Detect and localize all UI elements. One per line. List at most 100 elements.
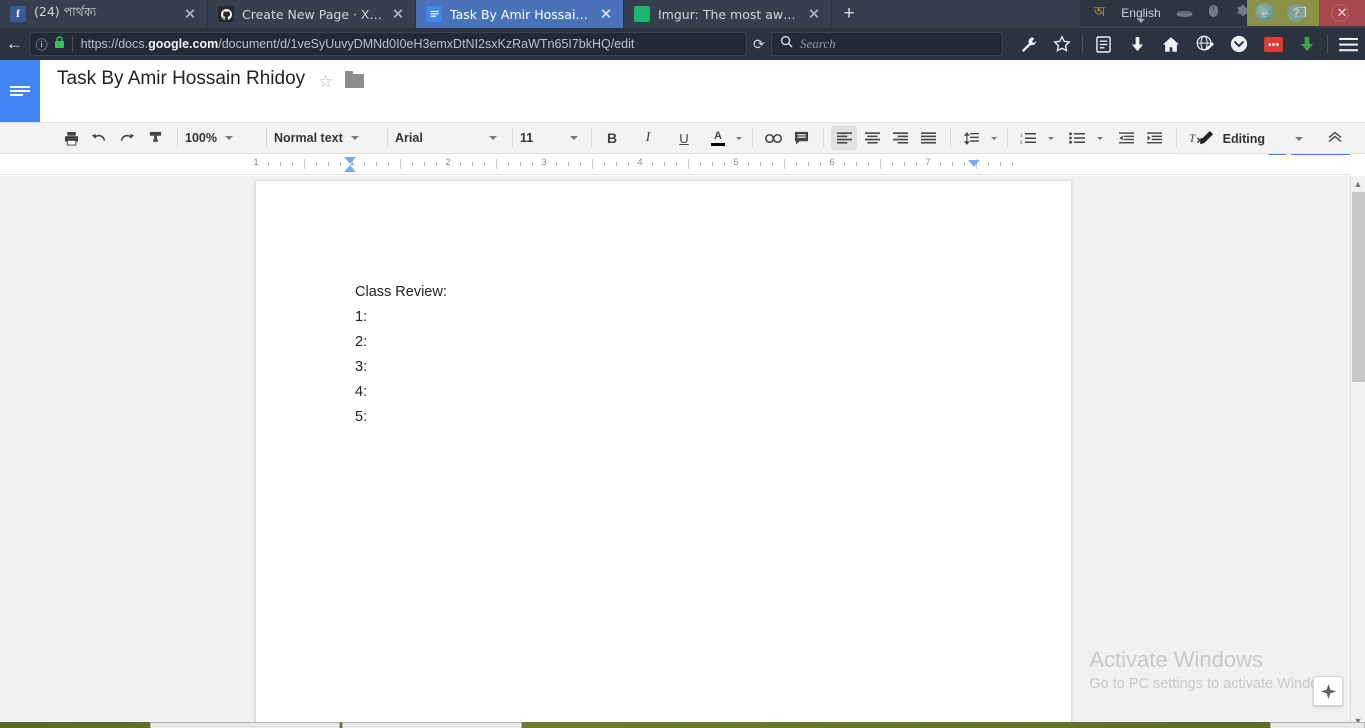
taskbar-item-3[interactable]: [1270, 722, 1365, 728]
tab-close-icon[interactable]: ✕: [595, 5, 617, 23]
indent-decrease-icon[interactable]: [1113, 126, 1139, 150]
document-canvas[interactable]: Class Review: 1: 2: 3: 4: 5:: [0, 176, 1350, 728]
browser-tab-1[interactable]: f (24) পার্থক্য ✕: [0, 0, 208, 28]
globe-edit-icon[interactable]: [1188, 28, 1222, 60]
bold-button[interactable]: B: [599, 126, 625, 150]
chevron-down-icon[interactable]: [991, 136, 997, 140]
ruler-tick: [868, 162, 869, 166]
download-icon[interactable]: [1120, 28, 1154, 60]
doc-line-3: 3:: [355, 359, 368, 375]
browser-tab-2[interactable]: Create New Page · XpertSt... ✕: [208, 0, 416, 28]
mouse-icon[interactable]: [1208, 4, 1219, 23]
align-center-icon[interactable]: [859, 126, 885, 150]
ruler-number: 5: [733, 157, 739, 168]
reload-button[interactable]: ⟳: [747, 36, 771, 53]
chevron-down-icon[interactable]: [736, 136, 742, 140]
explore-icon[interactable]: [1313, 676, 1343, 706]
ime-language-label[interactable]: English: [1121, 6, 1161, 23]
tab-close-icon[interactable]: ✕: [179, 5, 201, 23]
adblock-icon[interactable]: [1256, 28, 1290, 60]
editing-mode-label: Editing: [1222, 132, 1265, 146]
keyboard-icon[interactable]: [1176, 4, 1193, 22]
bulleted-list-icon[interactable]: [1064, 126, 1090, 150]
ruler-tick: [916, 162, 917, 166]
zoom-dropdown[interactable]: 100%: [185, 126, 259, 150]
align-left-icon[interactable]: [831, 126, 857, 150]
avro-ime-icon[interactable]: অ: [1094, 3, 1105, 24]
document-page[interactable]: Class Review: 1: 2: 3: 4: 5:: [255, 180, 1072, 728]
vertical-scrollbar[interactable]: ▲ ▼: [1350, 176, 1365, 728]
taskbar-item-1[interactable]: [150, 722, 340, 728]
window-minimize-button[interactable]: − e: [1247, 0, 1283, 26]
document-ruler[interactable]: 11234567: [0, 155, 1350, 175]
ruler-number: 3: [541, 157, 547, 168]
tab-close-icon[interactable]: ✕: [387, 5, 409, 23]
undo-icon[interactable]: [86, 126, 112, 150]
redo-icon[interactable]: [114, 126, 140, 150]
font-family-dropdown[interactable]: Arial: [395, 126, 505, 150]
browser-tab-3-active[interactable]: Task By Amir Hossain Rhi... ✕: [416, 0, 624, 28]
print-icon[interactable]: [58, 126, 84, 150]
align-right-icon[interactable]: [887, 126, 913, 150]
text-color-button[interactable]: A: [705, 126, 731, 150]
scrollbar-thumb[interactable]: [1352, 192, 1365, 382]
star-outline-icon[interactable]: ☆: [318, 72, 333, 92]
chevron-down-icon: [1137, 19, 1145, 23]
browser-tab-4[interactable]: Imgur: The most awesom... ✕: [624, 0, 832, 28]
tab-close-icon[interactable]: ✕: [803, 5, 825, 23]
collapse-chevron-icon[interactable]: [1327, 130, 1343, 146]
github-icon: [218, 6, 234, 22]
font-size-dropdown[interactable]: 11: [520, 126, 584, 150]
indent-increase-icon[interactable]: [1141, 126, 1167, 150]
home-icon[interactable]: [1154, 28, 1188, 60]
back-button[interactable]: ←: [0, 34, 29, 54]
reading-list-icon[interactable]: [1086, 28, 1120, 60]
toolbar-divider: [1176, 128, 1177, 148]
browser-search-box[interactable]: Search: [771, 32, 1003, 56]
ruler-tick: [712, 162, 713, 166]
hamburger-menu-icon[interactable]: [1331, 28, 1365, 60]
italic-button[interactable]: I: [635, 126, 661, 150]
ruler-tick: [364, 162, 365, 166]
underline-button[interactable]: U: [671, 126, 697, 150]
numbered-list-icon[interactable]: 12: [1015, 126, 1041, 150]
document-title[interactable]: Task By Amir Hossain Rhidoy: [57, 68, 305, 90]
ruler-tick: [376, 162, 377, 166]
star-icon[interactable]: [1045, 28, 1079, 60]
toolbar-divider-2: [1327, 34, 1328, 54]
google-docs-header: Task By Amir Hossain Rhidoy ☆ File Edit …: [0, 60, 1365, 174]
chevron-down-icon[interactable]: [1048, 136, 1054, 140]
ruler-tick: [856, 162, 857, 166]
ruler-tick: [388, 162, 389, 166]
link-icon[interactable]: [760, 126, 786, 150]
first-line-indent-marker[interactable]: [344, 157, 356, 164]
line-spacing-icon[interactable]: [958, 126, 984, 150]
taskbar-item-2[interactable]: [342, 722, 522, 728]
scroll-up-arrow-icon[interactable]: ▲: [1351, 176, 1365, 191]
ruler-tick: [880, 159, 881, 169]
folder-icon[interactable]: [345, 71, 364, 88]
pocket-icon[interactable]: [1222, 28, 1256, 60]
right-indent-marker[interactable]: [968, 160, 980, 167]
left-indent-marker[interactable]: [344, 165, 356, 172]
windows-taskbar[interactable]: [0, 722, 1365, 728]
add-comment-icon[interactable]: [788, 126, 814, 150]
paragraph-style-dropdown[interactable]: Normal text: [274, 126, 380, 150]
document-body[interactable]: Class Review: 1: 2: 3: 4: 5:: [355, 282, 447, 427]
page-info-icon[interactable]: ⓘ: [36, 36, 48, 53]
address-bar[interactable]: ⓘ https://docs.google.com/document/d/1ve…: [28, 32, 747, 56]
window-maximize-button[interactable]: ❐ ?: [1283, 0, 1319, 26]
align-justify-icon[interactable]: [915, 126, 941, 150]
docs-hamburger-icon[interactable]: [0, 60, 40, 122]
green-download-icon[interactable]: [1290, 28, 1324, 60]
ruler-tick: [436, 162, 437, 166]
ruler-tick: [904, 162, 905, 166]
editing-mode-dropdown[interactable]: Editing: [1199, 127, 1303, 151]
new-tab-button[interactable]: +: [832, 0, 866, 28]
chevron-down-icon[interactable]: [1097, 136, 1103, 140]
wrench-icon[interactable]: [1011, 28, 1045, 60]
ruler-tick: [772, 162, 773, 166]
imgur-icon: [634, 6, 650, 22]
paint-format-icon[interactable]: [142, 126, 168, 150]
window-close-button[interactable]: ✕: [1319, 0, 1365, 26]
